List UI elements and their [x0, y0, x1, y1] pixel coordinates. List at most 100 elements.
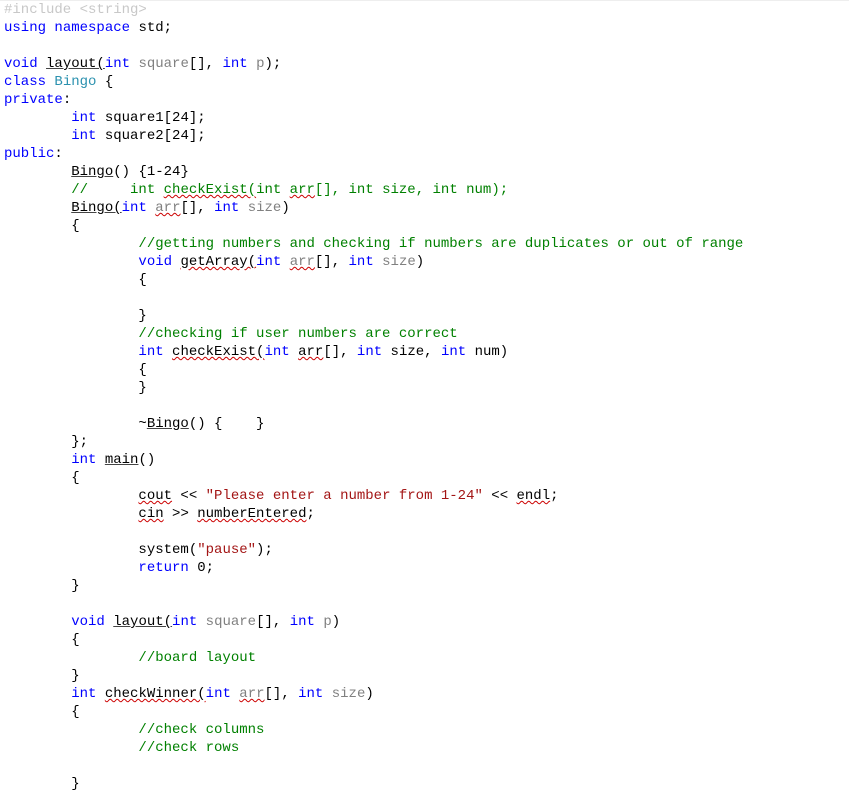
- code-token: int: [256, 254, 281, 270]
- code-token: int: [264, 344, 289, 360]
- code-line: return 0;: [4, 560, 214, 576]
- code-line: }: [4, 668, 80, 684]
- code-token: int: [105, 56, 130, 72]
- code-token: std;: [130, 20, 172, 36]
- code-token: ): [281, 200, 289, 216]
- code-line: //checking if user numbers are correct: [4, 326, 458, 342]
- code-line: {: [4, 362, 147, 378]
- code-line: //check rows: [4, 740, 239, 756]
- code-token: int: [122, 200, 147, 216]
- code-line: {: [4, 704, 80, 720]
- code-token: [4, 182, 71, 198]
- code-token: :: [54, 146, 62, 162]
- code-token: "pause": [197, 542, 256, 558]
- code-token: {: [4, 632, 80, 648]
- code-token: int: [206, 686, 231, 702]
- code-line: void layout(int square[], int p): [4, 614, 340, 630]
- code-token: Bingo: [54, 74, 96, 90]
- code-token: int: [222, 56, 247, 72]
- code-token: {: [4, 272, 147, 288]
- code-token: }: [4, 668, 80, 684]
- code-token: [290, 344, 298, 360]
- code-token: int: [357, 344, 382, 360]
- code-token: int: [441, 344, 466, 360]
- code-token: int: [172, 614, 197, 630]
- code-token: >>: [164, 506, 198, 522]
- code-token: (): [138, 452, 155, 468]
- code-token: endl: [517, 488, 551, 504]
- code-token: [4, 650, 138, 666]
- code-token: size: [248, 200, 282, 216]
- code-token: numberEntered: [197, 506, 306, 522]
- code-token: Bingo: [147, 416, 189, 432]
- code-token: return: [138, 560, 188, 576]
- code-token: };: [4, 434, 88, 450]
- code-token: square2[24];: [96, 128, 205, 144]
- code-line: void layout(int square[], int p);: [4, 56, 281, 72]
- code-token: [4, 596, 12, 612]
- code-token: [323, 686, 331, 702]
- code-token: cin: [138, 506, 163, 522]
- code-line: }: [4, 380, 147, 396]
- code-token: [239, 200, 247, 216]
- code-line: [4, 290, 12, 306]
- code-token: int: [138, 344, 163, 360]
- code-line: {: [4, 632, 80, 648]
- code-token: main: [105, 452, 139, 468]
- code-token: 0;: [189, 560, 214, 576]
- code-token: //board layout: [138, 650, 256, 666]
- code-token: {: [4, 218, 80, 234]
- code-token: checkWinner(: [105, 686, 206, 702]
- code-token: [4, 488, 138, 504]
- code-token: [4, 290, 12, 306]
- code-token: public: [4, 146, 54, 162]
- code-token: int: [71, 128, 96, 144]
- code-line: //board layout: [4, 650, 256, 666]
- code-token: [4, 740, 138, 756]
- code-token: p: [323, 614, 331, 630]
- code-token: }: [4, 578, 80, 594]
- code-token: layout(: [46, 56, 105, 72]
- code-token: system(: [4, 542, 197, 558]
- code-line: {: [4, 272, 147, 288]
- code-token: int: [290, 614, 315, 630]
- code-token: [], int size, int num);: [315, 182, 508, 198]
- code-token: [4, 200, 71, 216]
- code-line: #include <string>: [4, 2, 147, 18]
- code-line: system("pause");: [4, 542, 273, 558]
- code-token: ;: [306, 506, 314, 522]
- code-token: void: [71, 614, 105, 630]
- code-token: // int: [71, 182, 163, 198]
- code-token: <<: [172, 488, 206, 504]
- code-token: [4, 344, 138, 360]
- code-token: num): [466, 344, 508, 360]
- code-line: }: [4, 308, 147, 324]
- code-token: getArray(: [180, 254, 256, 270]
- code-token: [],: [189, 56, 223, 72]
- code-line: [4, 758, 12, 774]
- code-line: int square2[24];: [4, 128, 206, 144]
- code-token: void: [4, 56, 38, 72]
- code-token: [281, 254, 289, 270]
- code-token: {: [4, 362, 147, 378]
- code-token: int: [214, 200, 239, 216]
- code-token: [96, 452, 104, 468]
- code-token: ;: [550, 488, 558, 504]
- code-token: [],: [265, 686, 299, 702]
- code-token: [4, 164, 71, 180]
- code-token: [4, 128, 71, 144]
- code-line: //check columns: [4, 722, 264, 738]
- code-line: Bingo() {1-24}: [4, 164, 189, 180]
- code-token: checkExist(: [164, 182, 256, 198]
- code-token: () { }: [189, 416, 265, 432]
- code-line: [4, 596, 12, 612]
- code-line: int square1[24];: [4, 110, 206, 126]
- code-token: }: [4, 380, 147, 396]
- code-token: Bingo(: [71, 200, 121, 216]
- code-token: class: [4, 74, 46, 90]
- code-token: [4, 236, 138, 252]
- code-line: ~Bingo() { }: [4, 416, 264, 432]
- code-token: [],: [323, 344, 357, 360]
- code-token: size,: [382, 344, 441, 360]
- code-token: [4, 524, 12, 540]
